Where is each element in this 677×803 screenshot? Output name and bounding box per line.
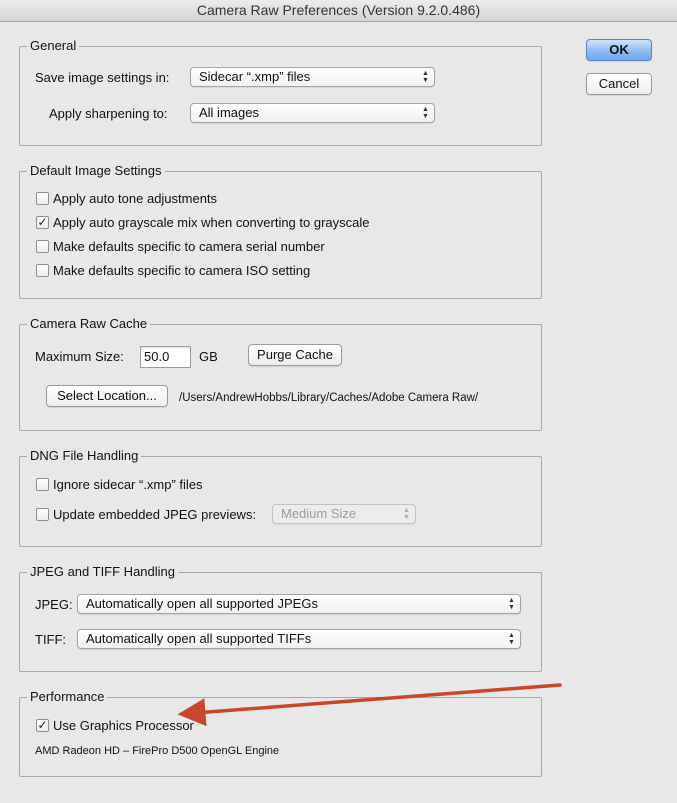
performance-legend: Performance — [27, 688, 108, 706]
jpeg-handling-select[interactable]: Automatically open all supported JPEGs ▲… — [77, 594, 521, 614]
serial-number-checkbox[interactable] — [36, 240, 49, 253]
default-image-settings-legend: Default Image Settings — [27, 162, 165, 180]
checkmark-icon: ✓ — [37, 718, 48, 732]
preview-size-select[interactable]: Medium Size ▲ ▼ — [272, 504, 416, 524]
save-settings-select[interactable]: Sidecar “.xmp” files ▲ ▼ — [190, 67, 435, 87]
auto-grayscale-label: Apply auto grayscale mix when converting… — [53, 215, 370, 230]
save-settings-label: Save image settings in: — [35, 70, 170, 85]
jpeg-tiff-handling-group: JPEG and TIFF Handling JPEG: Automatical… — [19, 563, 542, 672]
tiff-handling-select[interactable]: Automatically open all supported TIFFs ▲… — [77, 629, 521, 649]
preview-size-value: Medium Size — [281, 506, 357, 521]
camera-raw-cache-group: Camera Raw Cache Maximum Size: 50.0 GB P… — [19, 315, 542, 431]
update-previews-checkbox[interactable] — [36, 508, 49, 521]
maximum-size-input[interactable]: 50.0 — [140, 346, 191, 368]
auto-tone-checkbox[interactable] — [36, 192, 49, 205]
general-group: General Save image settings in: Sidecar … — [19, 37, 542, 146]
serial-number-label: Make defaults specific to camera serial … — [53, 239, 325, 254]
jpeg-handling-value: Automatically open all supported JPEGs — [86, 596, 318, 611]
select-arrows-icon: ▲ ▼ — [403, 507, 410, 521]
maximum-size-label: Maximum Size: — [35, 349, 124, 364]
size-unit-label: GB — [199, 349, 218, 364]
ok-button[interactable]: OK — [586, 39, 652, 61]
select-location-button[interactable]: Select Location... — [46, 385, 168, 407]
tiff-label: TIFF: — [35, 632, 67, 647]
dng-file-handling-group: DNG File Handling Ignore sidecar “.xmp” … — [19, 447, 542, 547]
cancel-button[interactable]: Cancel — [586, 73, 652, 95]
general-legend: General — [27, 37, 80, 55]
ignore-sidecar-checkbox[interactable] — [36, 478, 49, 491]
auto-grayscale-checkbox[interactable]: ✓ — [36, 216, 49, 229]
camera-raw-cache-legend: Camera Raw Cache — [27, 315, 151, 333]
iso-setting-checkbox[interactable] — [36, 264, 49, 277]
purge-cache-button[interactable]: Purge Cache — [248, 344, 342, 366]
save-settings-value: Sidecar “.xmp” files — [199, 69, 311, 84]
tiff-handling-value: Automatically open all supported TIFFs — [86, 631, 312, 646]
checkmark-icon: ✓ — [37, 215, 48, 229]
select-arrows-icon: ▲ ▼ — [508, 597, 515, 611]
sharpening-label: Apply sharpening to: — [49, 106, 168, 121]
auto-tone-label: Apply auto tone adjustments — [53, 191, 218, 206]
performance-group: Performance ✓ Use Graphics Processor AMD… — [19, 688, 542, 777]
update-previews-label: Update embedded JPEG previews: — [53, 507, 257, 522]
select-arrows-icon: ▲ ▼ — [422, 106, 429, 120]
default-image-settings-group: Default Image Settings Apply auto tone a… — [19, 162, 542, 299]
sharpening-select[interactable]: All images ▲ ▼ — [190, 103, 435, 123]
use-gpu-label: Use Graphics Processor — [53, 718, 194, 733]
dng-file-handling-legend: DNG File Handling — [27, 447, 142, 465]
select-arrows-icon: ▲ ▼ — [508, 632, 515, 646]
iso-setting-label: Make defaults specific to camera ISO set… — [53, 263, 311, 278]
use-gpu-checkbox[interactable]: ✓ — [36, 719, 49, 732]
gpu-name-text: AMD Radeon HD – FirePro D500 OpenGL Engi… — [35, 745, 280, 757]
window-title: Camera Raw Preferences (Version 9.2.0.48… — [0, 0, 677, 22]
cache-path-text: /Users/AndrewHobbs/Library/Caches/Adobe … — [179, 392, 479, 404]
select-arrows-icon: ▲ ▼ — [422, 70, 429, 84]
jpeg-label: JPEG: — [35, 597, 73, 612]
jpeg-tiff-handling-legend: JPEG and TIFF Handling — [27, 563, 178, 581]
sharpening-value: All images — [199, 105, 259, 120]
ignore-sidecar-label: Ignore sidecar “.xmp” files — [53, 477, 203, 492]
